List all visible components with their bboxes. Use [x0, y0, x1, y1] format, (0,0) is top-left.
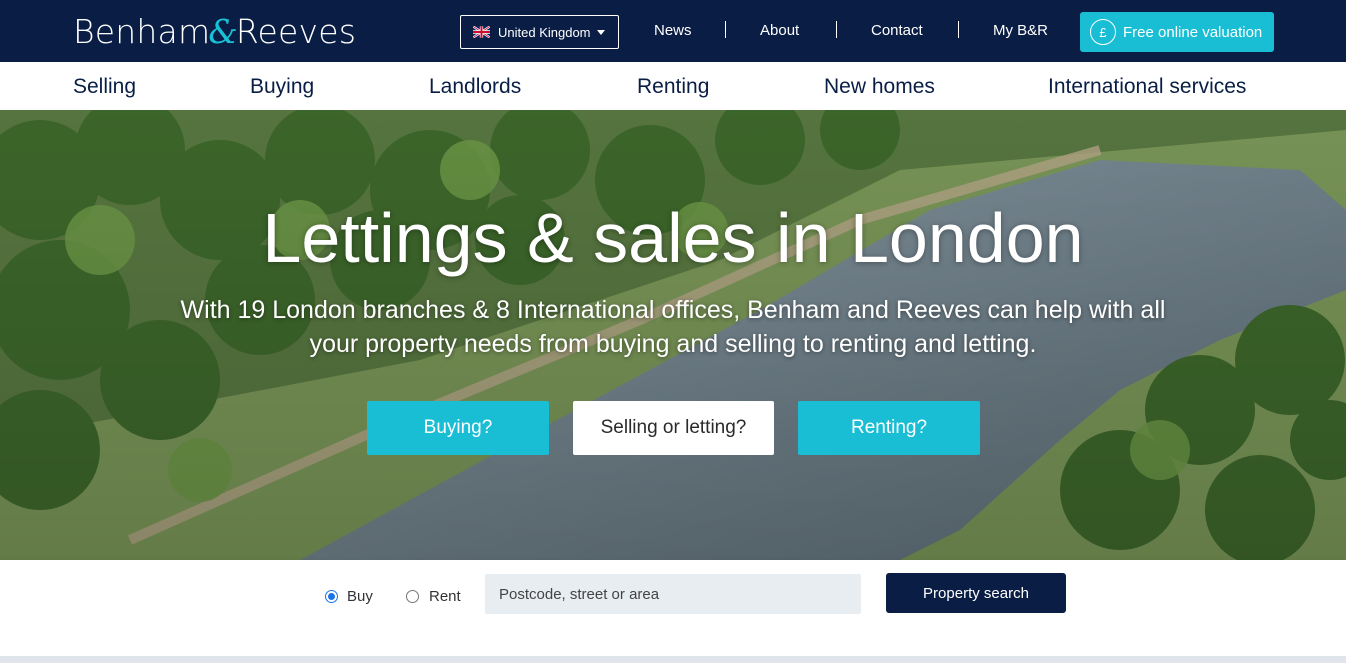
valuation-label: Free online valuation — [1123, 23, 1263, 41]
rent-radio-label[interactable]: Rent — [429, 588, 461, 606]
nav-link-contact[interactable]: Contact — [871, 20, 923, 42]
section-divider — [0, 656, 1346, 663]
hero-banner: Lettings & sales in London With 19 Londo… — [0, 110, 1346, 560]
location-search-input[interactable] — [485, 574, 861, 614]
nav-item-buying[interactable]: Buying — [250, 74, 314, 100]
pound-icon: £ — [1090, 19, 1116, 45]
free-valuation-button[interactable]: £ Free online valuation — [1080, 12, 1274, 52]
divider — [958, 21, 959, 38]
renting-button[interactable]: Renting? — [798, 401, 980, 455]
divider — [836, 21, 837, 38]
nav-item-renting[interactable]: Renting — [637, 74, 709, 100]
logo-word-reeves: Reeves — [235, 12, 357, 51]
nav-item-landlords[interactable]: Landlords — [429, 74, 521, 100]
nav-item-selling[interactable]: Selling — [73, 74, 136, 100]
hero-title: Lettings & sales in London — [262, 199, 1084, 277]
nav-link-news[interactable]: News — [654, 20, 692, 42]
selling-or-letting-button[interactable]: Selling or letting? — [573, 401, 774, 455]
nav-item-new-homes[interactable]: New homes — [824, 74, 935, 100]
logo-word-benham: Benham — [73, 12, 211, 51]
nav-link-about[interactable]: About — [760, 20, 799, 42]
property-search-button[interactable]: Property search — [886, 573, 1066, 613]
top-header: Benham&Reeves United Kingdom News About … — [0, 0, 1346, 62]
logo-ampersand: & — [208, 12, 238, 51]
chevron-down-icon — [596, 29, 605, 35]
buying-button[interactable]: Buying? — [367, 401, 549, 455]
divider — [725, 21, 726, 38]
uk-flag-icon — [472, 25, 491, 39]
nav-link-my-br[interactable]: My B&R — [993, 20, 1048, 42]
country-selector[interactable]: United Kingdom — [460, 15, 619, 49]
nav-item-international-services[interactable]: International services — [1048, 74, 1246, 100]
property-search-bar: Buy Rent Property search — [0, 560, 1346, 626]
country-label: United Kingdom — [498, 24, 591, 40]
main-navigation: Selling Buying Landlords Renting New hom… — [0, 62, 1346, 110]
hero-subtitle: With 19 London branches & 8 Internationa… — [180, 296, 1166, 358]
buy-radio-label[interactable]: Buy — [347, 588, 373, 606]
benham-reeves-logo[interactable]: Benham&Reeves — [73, 12, 356, 52]
buy-radio[interactable] — [325, 590, 338, 603]
rent-radio[interactable] — [406, 590, 419, 603]
